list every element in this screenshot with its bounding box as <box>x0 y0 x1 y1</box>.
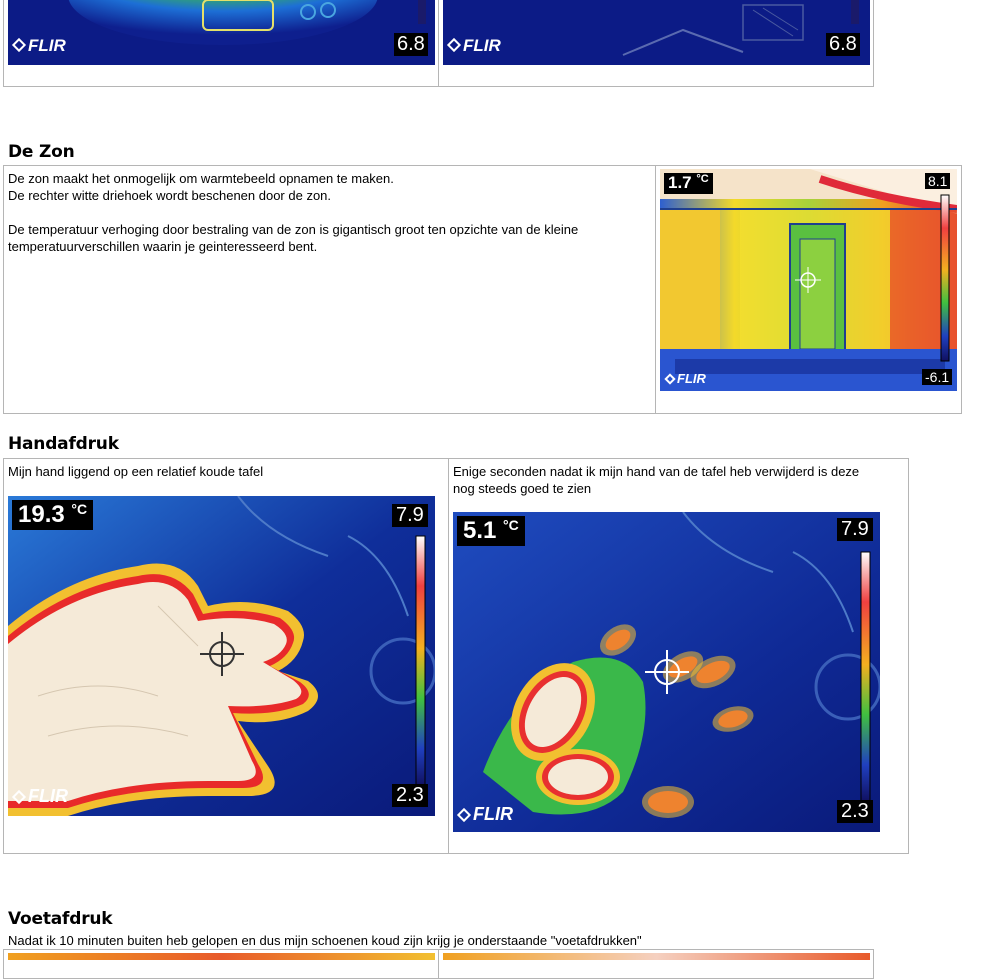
zon-paragraph-line: De temperatuur verhoging door bestraling… <box>8 222 579 237</box>
scale-min-value: -6.1 <box>922 369 953 385</box>
zon-paragraph-line: De rechter witte driehoek wordt beschene… <box>8 188 332 203</box>
spot-temperature: 19.3 °C <box>12 500 94 530</box>
top-table-divider <box>438 0 439 87</box>
spot-temperature-value: 19.3 <box>18 501 65 528</box>
spot-temperature: 5.1 °C <box>457 516 525 546</box>
voet-caption: Nadat ik 10 minuten buiten heb gelopen e… <box>8 933 642 948</box>
spot-temperature: 1.7 °C <box>664 173 713 194</box>
thermal-visual <box>8 496 435 816</box>
scale-min-value: 2.3 <box>837 800 873 823</box>
thermal-image-zon: 1.7 °C 8.1 -6.1 FLIR <box>660 169 957 391</box>
hand-right-caption-line: Enige seconden nadat ik mijn hand van de… <box>453 464 860 479</box>
thermal-visual <box>453 512 880 832</box>
flir-logo: FLIR <box>473 804 513 824</box>
thermal-visual <box>660 169 957 391</box>
flir-logo: FLIR <box>28 786 68 806</box>
thermal-visual <box>8 0 435 65</box>
flir-logo: FLIR <box>28 36 66 55</box>
thermal-image-hand-right: 5.1 °C 7.9 2.3 FLIR <box>453 512 880 832</box>
zon-paragraph-line: temperatuurverschillen waarin je geinter… <box>8 239 318 254</box>
scale-min-value: 2.3 <box>392 784 428 807</box>
hand-left-caption: Mijn hand liggend op een relatief koude … <box>8 464 264 479</box>
spot-temperature-unit: °C <box>696 173 709 185</box>
hand-table-divider <box>448 458 449 854</box>
scale-min-value: 6.8 <box>394 33 428 56</box>
thermal-image-hand-left: 19.3 °C 7.9 2.3 FLIR <box>8 496 435 816</box>
spot-temperature-unit: °C <box>503 517 519 533</box>
hand-right-caption-line: nog steeds goed te zien <box>453 481 592 496</box>
thermal-image-top-right: FLIR 6.8 <box>443 0 870 65</box>
voet-table-divider <box>438 949 439 979</box>
zon-paragraph-line: De zon maakt het onmogelijk om warmtebee… <box>8 171 394 186</box>
scale-max-value: 7.9 <box>837 518 873 541</box>
spot-temperature-unit: °C <box>71 501 88 517</box>
thermal-image-voet-left <box>8 953 435 960</box>
thermal-image-voet-right <box>443 953 870 960</box>
section-heading-voet: Voetafdruk <box>8 909 113 929</box>
flir-logo: FLIR <box>463 36 501 55</box>
section-heading-zon: De Zon <box>8 142 75 162</box>
flir-logo: FLIR <box>677 371 706 386</box>
scale-max-value: 8.1 <box>925 173 951 189</box>
thermal-visual <box>443 0 870 65</box>
section-heading-hand: Handafdruk <box>8 434 119 454</box>
spot-temperature-value: 5.1 <box>463 517 497 544</box>
scale-max-value: 7.9 <box>392 504 428 527</box>
zon-table-divider <box>655 165 656 414</box>
scale-min-value: 6.8 <box>826 33 860 56</box>
thermal-image-top-left: FLIR 6.8 <box>8 0 435 65</box>
spot-temperature-value: 1.7 <box>668 173 692 192</box>
